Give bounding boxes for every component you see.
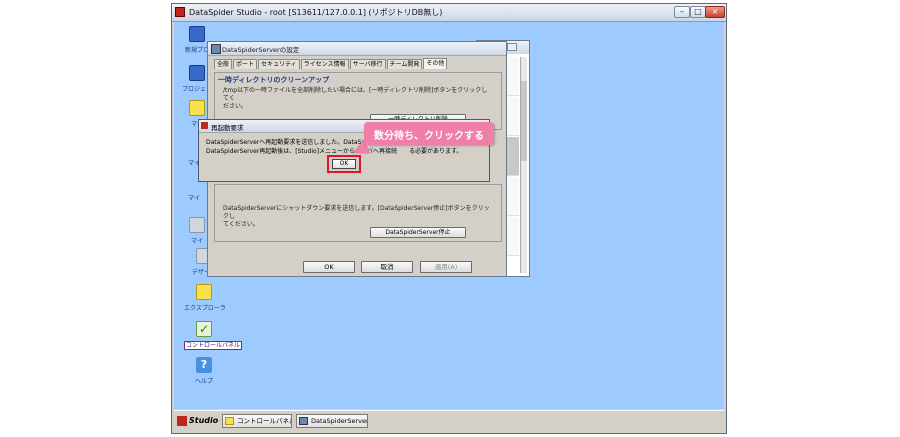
control-panel-icon bbox=[225, 417, 234, 425]
shutdown-group: DataSpiderServerにシャットダウン要求を送信します。[DataSp… bbox=[214, 184, 502, 242]
tab-general[interactable]: 全般 bbox=[214, 59, 233, 69]
studio-start-label: Studio bbox=[189, 416, 219, 425]
settings-title-bar[interactable]: DataSpiderServerの設定 bbox=[208, 42, 506, 56]
settings-tabs: 全般 ポート セキュリティ ライセンス情報 サーバ移行 チーム開発 その他 bbox=[214, 58, 448, 69]
folder-icon bbox=[189, 100, 205, 116]
minimize-button[interactable]: – bbox=[674, 6, 690, 18]
callout-text: 数分待ち、クリックする bbox=[374, 131, 484, 142]
temp-cleanup-heading: 一時ディレクトリのクリーンアップ bbox=[218, 76, 330, 84]
tab-server-migration[interactable]: サーバ移行 bbox=[349, 59, 386, 69]
taskbar-item-label: コントロールパネル bbox=[237, 417, 292, 425]
project-icon bbox=[189, 65, 205, 81]
tab-port[interactable]: ポート bbox=[233, 59, 258, 69]
taskbar-item-control-panel[interactable]: コントロールパネル bbox=[222, 414, 292, 428]
restart-app-icon bbox=[201, 122, 208, 129]
settings-title: DataSpiderServerの設定 bbox=[222, 46, 300, 54]
shutdown-desc-line1: DataSpiderServerにシャットダウン要求を送信します。[DataSp… bbox=[223, 205, 490, 220]
title-bar[interactable]: DataSpider Studio - root [S13611/127.0.0… bbox=[172, 4, 726, 22]
taskbar-item-dataspider-server[interactable]: DataSpiderServer... bbox=[296, 414, 368, 428]
studio-start-button[interactable]: Studio bbox=[177, 414, 218, 428]
explorer-icon bbox=[196, 284, 212, 300]
close-icon[interactable] bbox=[507, 43, 517, 51]
app-logo-icon bbox=[175, 7, 185, 17]
ok-button[interactable]: OK bbox=[303, 261, 355, 273]
help-icon: ? bbox=[196, 357, 212, 373]
desktop-icon-control-panel[interactable]: ✓ コントロールパネル bbox=[184, 321, 243, 350]
close-button[interactable]: × bbox=[705, 6, 725, 18]
desktop-icon-label: ヘルプ bbox=[194, 378, 213, 385]
desktop-icon-label: エクスプローラ bbox=[184, 305, 226, 312]
temp-cleanup-desc-line1: /tmp以下の一時ファイルを全部削除したい場合には、[一時ディレクトリ削除]ボタ… bbox=[223, 87, 488, 102]
server-icon bbox=[299, 417, 308, 425]
tab-team-dev[interactable]: チーム開発 bbox=[386, 59, 423, 69]
maximize-button[interactable]: □ bbox=[690, 6, 706, 18]
desktop: 新規プロ プロジェク マイ マイ マイ マイ デザイナ エクスプローラ ✓ コン… bbox=[174, 22, 724, 409]
temp-cleanup-desc: /tmp以下の一時ファイルを全部削除したい場合には、[一時ディレクトリ削除]ボタ… bbox=[223, 87, 493, 111]
stop-server-button[interactable]: DataSpiderServer停止 bbox=[370, 227, 466, 238]
callout-annotation: 数分待ち、クリックする bbox=[364, 122, 494, 145]
tab-license[interactable]: ライセンス情報 bbox=[300, 59, 349, 69]
settings-icon bbox=[211, 44, 221, 54]
taskbar-item-label: DataSpiderServer... bbox=[311, 417, 368, 425]
temp-cleanup-desc-line2: ださい。 bbox=[223, 103, 248, 110]
apply-button[interactable]: 適用(A) bbox=[420, 261, 472, 273]
restart-ok-button[interactable]: OK bbox=[332, 159, 356, 169]
desktop-icon-help[interactable]: ? ヘルプ bbox=[184, 357, 224, 385]
restart-message-line2-tail: る必要があります。 bbox=[409, 148, 463, 155]
taskbar: Studio コントロールパネル DataSpiderServer... bbox=[174, 410, 724, 432]
studio-window: DataSpider Studio - root [S13611/127.0.0… bbox=[171, 3, 727, 434]
restart-title: 再起動要求 bbox=[211, 124, 244, 132]
desktop-icon-label: コントロールパネル bbox=[184, 341, 243, 350]
shutdown-desc: DataSpiderServerにシャットダウン要求を送信します。[DataSp… bbox=[223, 205, 493, 229]
new-project-icon bbox=[189, 26, 205, 42]
control-panel-icon: ✓ bbox=[196, 321, 212, 337]
scrollbar-thumb[interactable] bbox=[521, 81, 527, 161]
window-title: DataSpider Studio - root [S13611/127.0.0… bbox=[189, 8, 443, 17]
desktop-icon-my-3[interactable]: マイ bbox=[188, 193, 200, 202]
cancel-button[interactable]: 取消 bbox=[361, 261, 413, 273]
tab-other[interactable]: その他 bbox=[423, 58, 448, 69]
desktop-icon-explorer[interactable]: エクスプローラ bbox=[184, 284, 226, 312]
studio-logo-icon bbox=[177, 416, 187, 426]
my-icon bbox=[189, 217, 205, 233]
tab-security[interactable]: セキュリティ bbox=[258, 59, 300, 69]
